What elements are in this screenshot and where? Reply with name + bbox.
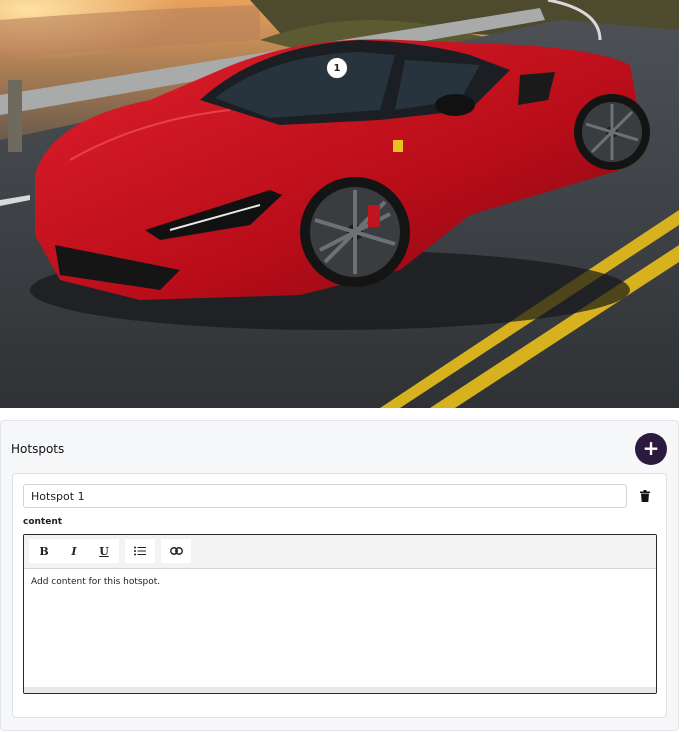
bulleted-list-button[interactable] xyxy=(125,539,155,563)
link-button[interactable] xyxy=(161,539,191,563)
add-hotspot-button[interactable]: + xyxy=(635,433,667,465)
hotspots-panel: Hotspots + content B I U xyxy=(0,420,679,731)
underline-button[interactable]: U xyxy=(89,539,119,563)
hotspot-marker[interactable]: 1 xyxy=(326,57,348,79)
editor-statusbar xyxy=(24,687,656,693)
bold-button[interactable]: B xyxy=(29,539,59,563)
bulleted-list-icon xyxy=(134,546,146,556)
delete-hotspot-button[interactable] xyxy=(637,488,653,504)
italic-button[interactable]: I xyxy=(59,539,89,563)
trash-icon xyxy=(640,490,650,502)
plus-icon: + xyxy=(642,436,660,460)
editor-content[interactable]: Add content for this hotspot. xyxy=(31,577,160,587)
hotspot-name-input[interactable] xyxy=(23,484,627,508)
rich-text-editor[interactable]: B I U Add content for this hotspot. xyxy=(23,534,657,694)
hero-image: 1 xyxy=(0,0,679,408)
editor-toolbar: B I U xyxy=(24,535,656,569)
content-label: content xyxy=(23,517,63,527)
link-icon xyxy=(169,547,183,555)
hotspot-card: content B I U xyxy=(12,473,667,718)
panel-title: Hotspots xyxy=(11,442,65,456)
